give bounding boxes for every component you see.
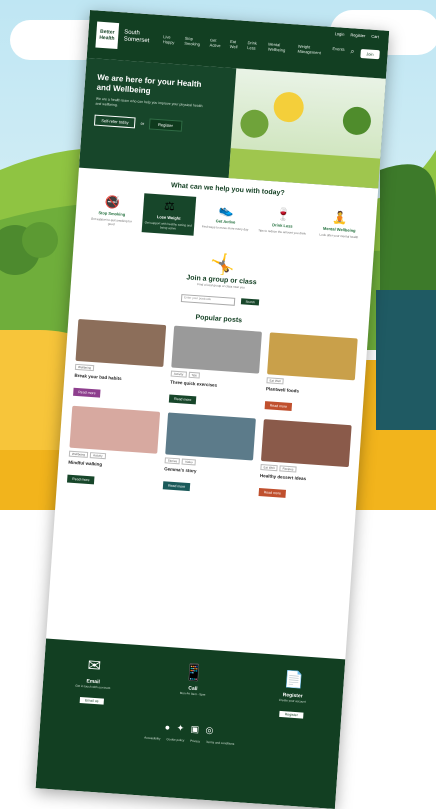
nav-link[interactable]: Events <box>332 46 345 57</box>
hero-subtitle: We are a health team who can help you im… <box>95 96 203 109</box>
or-label: or <box>140 120 145 127</box>
hero-banner: We are here for your Health and Wellbein… <box>78 57 386 189</box>
tree-illustration <box>341 105 372 136</box>
no-smoking-icon: 🚭 <box>104 194 121 210</box>
site-logo[interactable]: Better Health <box>95 21 119 49</box>
hero-actions: Self-refer today or Register <box>93 114 204 134</box>
post-tag[interactable]: Wellbeing <box>68 450 89 458</box>
help-option-get-active[interactable]: 👟 Get Active Find ways to move more ever… <box>198 197 253 240</box>
nav-link[interactable]: Get Active <box>209 37 224 48</box>
footer-link[interactable]: Terms and conditions <box>206 740 235 746</box>
nav-link[interactable]: Weight Management <box>297 44 326 56</box>
post-tag[interactable]: Video <box>181 458 196 466</box>
hero-text: We are here for your Health and Wellbein… <box>93 72 207 134</box>
post-card[interactable]: Wellbeing Activity Mindful walking Read m… <box>66 405 161 491</box>
help-desc: Get support with healthy eating and bein… <box>144 220 192 231</box>
group-search-button[interactable]: Search <box>241 298 260 306</box>
read-more-button[interactable]: Read more <box>264 401 293 412</box>
post-image <box>165 412 256 461</box>
register-link[interactable]: Register <box>350 32 365 38</box>
read-more-button[interactable]: Read more <box>168 394 197 405</box>
help-desc: Find ways to move more every day <box>201 224 249 232</box>
phone-icon: 📱 <box>183 664 205 683</box>
post-card[interactable]: Stories Video Gemma's story Read more <box>162 412 256 497</box>
login-link[interactable]: Login <box>335 31 345 37</box>
read-more-button[interactable]: Read more <box>73 387 101 398</box>
post-tag[interactable]: Activity <box>89 452 106 460</box>
post-image <box>267 332 358 381</box>
help-option-stop-smoking[interactable]: 🚭 Stop Smoking Get support to quit smoki… <box>85 189 140 232</box>
brand-name: South Somerset <box>123 29 150 45</box>
read-more-button[interactable]: Read more <box>162 481 191 492</box>
footer-email: ✉ Email Get in touch with our team Email… <box>56 653 129 709</box>
help-option-drink-less[interactable]: 🍷 Drink Less Tips to reduce the amount y… <box>255 201 310 244</box>
post-card[interactable]: Activity Tips Three quick exercises Read … <box>168 325 262 411</box>
nav-link[interactable]: Mental Wellbeing <box>268 42 292 54</box>
nav-link[interactable]: Live Happy <box>163 34 179 45</box>
footer-link[interactable]: Privacy <box>190 739 200 744</box>
join-button[interactable]: Join <box>360 48 380 59</box>
post-image <box>69 405 161 454</box>
footer-register-button[interactable]: Register <box>279 710 304 719</box>
help-desc: Look after your mental health <box>319 232 359 240</box>
mail-icon: ✉ <box>86 657 102 676</box>
account-links: Login Register Cart <box>335 31 380 39</box>
read-more-button[interactable]: Read more <box>66 474 95 485</box>
help-option-lose-weight[interactable]: ⚖ Lose Weight Get support with healthy e… <box>141 193 197 236</box>
nav-link[interactable]: Stop Smoking <box>184 36 204 47</box>
scale-icon: ⚖ <box>163 198 176 214</box>
help-option-mental-wellbeing[interactable]: 🧘 Mental Wellbeing Look after your menta… <box>312 205 367 248</box>
cart-link[interactable]: Cart <box>371 34 379 40</box>
post-tag[interactable]: Recipes <box>279 465 297 473</box>
post-card[interactable]: Wellbeing Break your bad habits Read mor… <box>73 318 167 404</box>
read-more-button[interactable]: Read more <box>258 487 287 498</box>
nav-links: Live Happy Stop Smoking Get Active Eat W… <box>163 34 345 57</box>
search-icon[interactable]: ⌕ <box>350 48 354 56</box>
nav-link[interactable]: Drink Less <box>247 40 262 51</box>
footer-call: 📱 Call Mon-Fri 9am - 5pm <box>156 660 229 716</box>
footer-link[interactable]: Accessibility <box>144 736 161 741</box>
postcode-input[interactable]: Enter your postcode <box>180 294 236 306</box>
post-image <box>260 419 352 468</box>
post-tag[interactable]: Stories <box>164 457 181 465</box>
register-button[interactable]: Register <box>148 118 183 132</box>
footer-columns: ✉ Email Get in touch with our team Email… <box>42 638 346 724</box>
post-tag[interactable]: Wellbeing <box>74 363 95 372</box>
teal-block <box>376 290 436 430</box>
nav-link[interactable]: Eat Well <box>230 39 242 50</box>
drink-icon: 🍷 <box>275 206 292 222</box>
footer: ✉ Email Get in touch with our team Email… <box>35 638 346 809</box>
meditation-icon: 🧘 <box>332 210 349 226</box>
email-button[interactable]: Email us <box>79 696 104 705</box>
post-image <box>75 318 167 367</box>
hero-title: We are here for your Health and Wellbein… <box>96 72 202 96</box>
post-image <box>171 325 262 374</box>
post-tag[interactable]: Activity <box>170 370 187 378</box>
shoe-icon: 👟 <box>218 202 235 218</box>
footer-link[interactable]: Cookie policy <box>166 737 184 742</box>
document-icon: 📄 <box>283 671 305 690</box>
post-card[interactable]: Eat Well Plantwell foods Read more <box>264 332 358 417</box>
website-page: Better Health South Somerset Live Happy … <box>35 10 390 809</box>
footer-register: 📄 Register Create your account Register <box>256 667 329 723</box>
hero-illustration <box>228 68 386 189</box>
post-tag[interactable]: Eat Well <box>266 377 284 385</box>
help-desc: Get support to quit smoking for good <box>90 216 133 227</box>
self-refer-button[interactable]: Self-refer today <box>93 114 136 129</box>
post-tag[interactable]: Tips <box>188 371 201 379</box>
tree-illustration <box>239 108 270 139</box>
post-card[interactable]: Eat Well Recipes Healthy dessert ideas Re… <box>258 419 352 504</box>
help-desc: Tips to reduce the amount you drink <box>258 228 306 236</box>
posts-grid: Wellbeing Break your bad habits Read mor… <box>56 312 368 510</box>
sun-illustration <box>272 91 305 124</box>
post-tag[interactable]: Eat Well <box>260 464 278 472</box>
